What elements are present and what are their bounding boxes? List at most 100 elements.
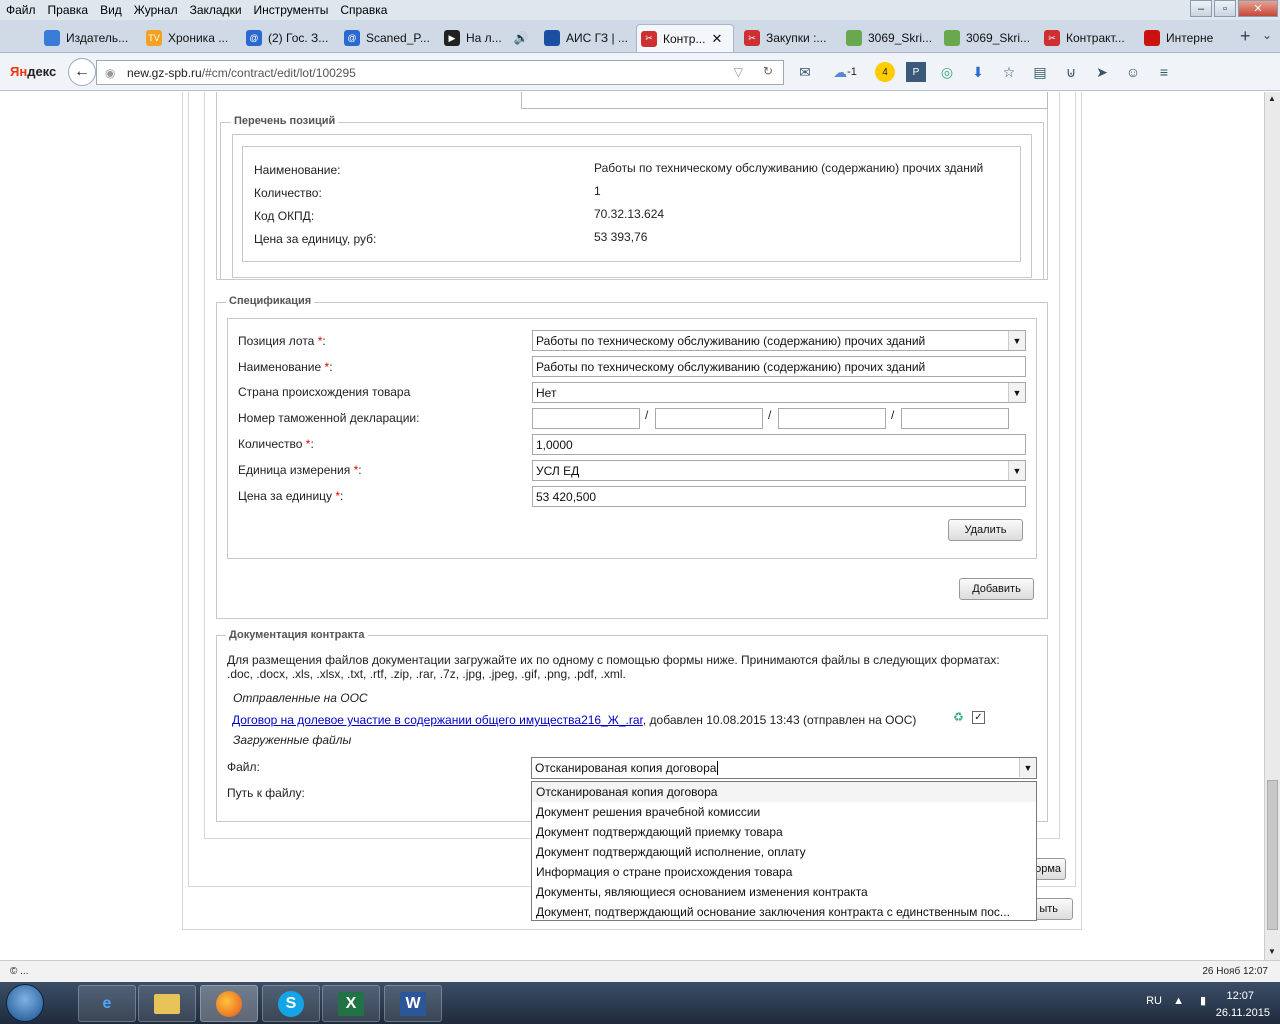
download-icon[interactable]: ⬇: [968, 62, 988, 82]
new-tab-icon[interactable]: +: [1240, 26, 1251, 47]
dropdown-option[interactable]: Информация о стране происхождения товара: [532, 862, 1036, 882]
tab-8[interactable]: ✂ Закупки :...: [740, 24, 836, 52]
dropdown-option[interactable]: Документ, подтверждающий основание заклю…: [532, 902, 1036, 922]
back-button[interactable]: ←: [68, 58, 96, 86]
word-app-icon[interactable]: W: [384, 985, 442, 1022]
close-tab-icon[interactable]: ✕: [711, 31, 722, 47]
bookmark-star-icon[interactable]: ☆: [999, 62, 1019, 82]
tab-label: Хроника ...: [168, 31, 229, 45]
status-right: 26 Нояб 12:07: [1202, 966, 1268, 977]
navigation-bar: Яндекс ← ◉ new.gz-spb.ru/#cm/contract/ed…: [0, 53, 1280, 91]
customs-input-3[interactable]: [778, 408, 886, 429]
tab-11[interactable]: ✂ Контракт...: [1040, 24, 1134, 52]
reading-list-icon[interactable]: ▤: [1030, 62, 1050, 82]
position-price-label: Цена за единицу, руб:: [254, 232, 377, 246]
tab-label: Scaned_P...: [366, 31, 430, 45]
dropdown-option[interactable]: Документы, являющиеся основанием изменен…: [532, 882, 1036, 902]
menu-bar: Файл Правка Вид Журнал Закладки Инструме…: [0, 0, 1280, 20]
country-select[interactable]: Нет ▼: [532, 382, 1026, 403]
position-qty-label: Количество:: [254, 186, 322, 200]
hamburger-menu-icon[interactable]: ≡: [1154, 62, 1174, 82]
maximize-button[interactable]: ▫: [1214, 0, 1236, 17]
dropdown-arrow-icon[interactable]: ▽: [734, 65, 743, 79]
clock-time[interactable]: 12:07: [1226, 990, 1254, 1002]
qty-input[interactable]: 1,0000: [532, 434, 1026, 455]
speaker-icon[interactable]: 🔊: [514, 31, 529, 45]
sent-checkbox[interactable]: ✓: [972, 711, 985, 724]
recycle-icon[interactable]: ♻: [953, 710, 968, 725]
send-icon[interactable]: ➤: [1092, 62, 1112, 82]
delete-button[interactable]: Удалить: [948, 519, 1023, 541]
add-button[interactable]: Добавить: [959, 578, 1034, 600]
tab-2[interactable]: TV Хроника ...: [142, 24, 238, 52]
sent-heading: Отправленные на ООС: [233, 691, 368, 705]
tab-label: (2) Гос. З...: [268, 31, 329, 45]
tab-5[interactable]: ▶ На л... 🔊: [440, 24, 532, 52]
price-input[interactable]: 53 420,500: [532, 486, 1026, 507]
tab-9[interactable]: 3069_Skri...: [842, 24, 936, 52]
menu-view[interactable]: Вид: [94, 3, 128, 17]
customs-input-2[interactable]: [655, 408, 763, 429]
dropdown-option[interactable]: Отсканированая копия договора: [532, 782, 1036, 802]
tab-7-active[interactable]: ✂ Контр... ✕: [636, 24, 734, 52]
tab-1[interactable]: Издатель...: [40, 24, 140, 52]
excel-app-icon[interactable]: X: [322, 985, 380, 1022]
minimize-button[interactable]: ‒: [1190, 0, 1212, 17]
tab-favicon-icon: @: [344, 30, 360, 46]
tray-expand-icon[interactable]: ▲: [1173, 995, 1184, 1007]
menu-file[interactable]: Файл: [0, 3, 42, 17]
language-indicator[interactable]: RU: [1146, 995, 1162, 1007]
network-icon[interactable]: ▮: [1200, 994, 1206, 1007]
url-path: /#cm/contract/edit/lot/100295: [201, 65, 356, 80]
customs-input-4[interactable]: [901, 408, 1009, 429]
scroll-up-icon[interactable]: ▲: [1268, 94, 1276, 103]
menu-bookmarks[interactable]: Закладки: [184, 3, 248, 17]
tab-label: Издатель...: [66, 31, 129, 45]
tab-12[interactable]: Интерне: [1140, 24, 1232, 52]
start-button[interactable]: [6, 984, 44, 1022]
unit-select[interactable]: УСЛ ЕД ▼: [532, 460, 1026, 481]
menu-help[interactable]: Справка: [334, 3, 393, 17]
menu-edit[interactable]: Правка: [42, 3, 95, 17]
ie-app-icon[interactable]: e: [78, 985, 136, 1022]
sent-file-link[interactable]: Договор на долевое участие в содержании …: [232, 713, 643, 727]
pocket-icon[interactable]: ⊍: [1061, 62, 1081, 82]
positions-legend: Перечень позиций: [231, 115, 339, 127]
tab-6[interactable]: АИС ГЗ | ...: [540, 24, 632, 52]
dropdown-option[interactable]: Документ подтверждающий исполнение, опла…: [532, 842, 1036, 862]
extension-e-icon[interactable]: ◎: [937, 62, 957, 82]
tab-3[interactable]: @ (2) Гос. З...: [242, 24, 336, 52]
reload-icon[interactable]: ↻: [763, 64, 773, 78]
customs-input-1[interactable]: [532, 408, 640, 429]
tab-list-icon[interactable]: ⌄: [1262, 28, 1272, 42]
close-window-button[interactable]: ✕: [1238, 0, 1278, 17]
menu-tools[interactable]: Инструменты: [248, 3, 335, 17]
menu-history[interactable]: Журнал: [128, 3, 184, 17]
mail-icon[interactable]: ✉: [795, 62, 815, 82]
previous-field[interactable]: [521, 92, 1048, 109]
tab-10[interactable]: 3069_Skri...: [940, 24, 1034, 52]
page-scrollbar[interactable]: ▲ ▼: [1264, 92, 1280, 960]
toolbar-icons: ✉ ☁ -1 4 P ◎ ⬇ ☆ ▤ ⊍ ➤ ☺ ≡: [795, 62, 1185, 82]
site-info-icon[interactable]: ◉: [105, 66, 115, 80]
skype-app-icon[interactable]: S: [262, 985, 320, 1022]
yandex-logo[interactable]: Яндекс: [10, 64, 56, 79]
extension-p-icon[interactable]: P: [906, 62, 926, 82]
scrollbar-thumb[interactable]: [1267, 780, 1278, 930]
file-type-select[interactable]: Отсканированая копия договора ▼: [531, 757, 1037, 779]
lot-position-select[interactable]: Работы по техническому обслуживанию (сод…: [532, 330, 1026, 351]
scroll-down-icon[interactable]: ▼: [1268, 947, 1276, 956]
clock-date[interactable]: 26.11.2015: [1216, 1007, 1270, 1019]
weather-icon[interactable]: ☁ -1: [826, 62, 864, 82]
notification-badge-icon[interactable]: 4: [875, 62, 895, 82]
page-content: Перечень позиций Наименование: Работы по…: [0, 92, 1264, 960]
chevron-down-icon: ▼: [1008, 331, 1025, 350]
address-bar[interactable]: ◉ new.gz-spb.ru/#cm/contract/edit/lot/10…: [96, 60, 784, 85]
explorer-app-icon[interactable]: [138, 985, 196, 1022]
chat-icon[interactable]: ☺: [1123, 62, 1143, 82]
name-input[interactable]: Работы по техническому обслуживанию (сод…: [532, 356, 1026, 377]
dropdown-option[interactable]: Документ решения врачебной комиссии: [532, 802, 1036, 822]
dropdown-option[interactable]: Документ подтверждающий приемку товара: [532, 822, 1036, 842]
firefox-app-icon[interactable]: [200, 985, 258, 1022]
tab-4[interactable]: @ Scaned_P...: [340, 24, 436, 52]
